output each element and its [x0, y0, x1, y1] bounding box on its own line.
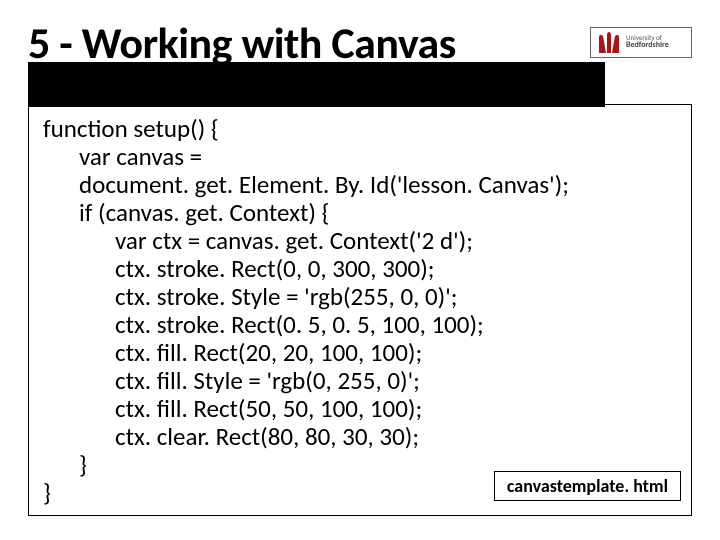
slide: 5 - Working with Canvas University of Be…: [0, 0, 720, 540]
code-box: function setup() { var canvas = document…: [28, 104, 692, 516]
code-line: var canvas =: [43, 143, 677, 171]
code-line: ctx. stroke. Rect(0. 5, 0. 5, 100, 100);: [43, 311, 677, 339]
caption-box: canvastemplate. html: [494, 471, 681, 501]
code-line: ctx. fill. Style = 'rgb(0, 255, 0)';: [43, 367, 677, 395]
code-line: if (canvas. get. Context) {: [43, 199, 677, 227]
code-line: ctx. stroke. Rect(0, 0, 300, 300);: [43, 255, 677, 283]
code-line: document. get. Element. By. Id('lesson. …: [43, 171, 677, 199]
code-line: ctx. fill. Rect(20, 20, 100, 100);: [43, 339, 677, 367]
code-line: function setup() {: [43, 115, 677, 143]
code-line: ctx. stroke. Style = 'rgb(255, 0, 0)';: [43, 283, 677, 311]
code-line: ctx. clear. Rect(80, 80, 30, 30);: [43, 423, 677, 451]
logo-box: University of Bedfordshire: [590, 27, 692, 58]
logo-line2: Bedfordshire: [626, 41, 669, 49]
logo-text: University of Bedfordshire: [626, 34, 669, 49]
university-logo: University of Bedfordshire: [590, 27, 692, 58]
title-row: 5 - Working with Canvas University of Be…: [28, 10, 692, 70]
slide-title: 5 - Working with Canvas: [28, 16, 456, 70]
logo-mark-icon: [596, 31, 622, 53]
code-line: var ctx = canvas. get. Context('2 d');: [43, 227, 677, 255]
code-line: ctx. fill. Rect(50, 50, 100, 100);: [43, 395, 677, 423]
